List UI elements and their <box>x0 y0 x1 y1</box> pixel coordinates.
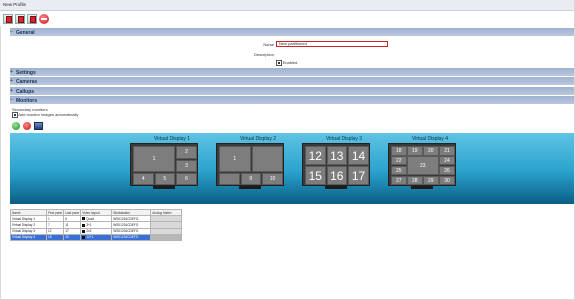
display-tile[interactable]: 1 <box>219 146 251 172</box>
display-title: Virtual Display 2 <box>239 136 277 142</box>
layout-value: 12+1 <box>86 235 94 240</box>
display-tile[interactable]: 29 <box>423 176 439 185</box>
window-title: New Profile <box>3 2 27 7</box>
toolbar <box>0 11 575 25</box>
display-title: Virtual Display 1 <box>153 136 191 142</box>
display-tile[interactable]: 30 <box>439 176 455 185</box>
cell-name[interactable]: Virtual Display 4 <box>10 233 47 241</box>
display-tile[interactable]: 19 <box>407 146 423 156</box>
delete-icon[interactable] <box>39 14 49 24</box>
virtual-display-2[interactable]: 1 9 10 <box>216 143 284 186</box>
add-monitor-icon[interactable] <box>12 122 20 130</box>
section-monitors[interactable]: − Monitors <box>10 96 575 104</box>
save-as-icon[interactable] <box>15 14 25 24</box>
display-tile[interactable]: 21 <box>439 146 455 156</box>
collapse-arrow-icon: − <box>10 97 13 103</box>
virtual-display-1[interactable]: 1 2 3 4 5 6 <box>130 143 198 186</box>
display-tile[interactable]: 27 <box>391 176 407 185</box>
auto-assign-checkbox[interactable] <box>12 112 18 118</box>
layout-value: 3+1 <box>86 222 92 227</box>
virtual-displays-panel: Virtual Display 1 1 2 3 4 5 6 Virtual Di… <box>10 133 575 204</box>
display-tile[interactable] <box>251 146 283 172</box>
layout-swatch-icon <box>82 223 86 227</box>
display-tile[interactable]: 18 <box>391 146 407 156</box>
auto-assign-label: Add monitor images automatically <box>18 112 79 117</box>
display-tile[interactable]: 1 <box>133 146 175 172</box>
display-tile[interactable]: 2 <box>176 146 197 159</box>
section-cameras[interactable]: + Cameras <box>10 77 575 85</box>
display-tile[interactable]: 20 <box>423 146 439 156</box>
cell-last-pane[interactable]: 30 <box>63 233 82 241</box>
monitor-layout-icon[interactable] <box>34 122 43 130</box>
section-callups-label: Callups <box>16 88 35 95</box>
display-tile[interactable] <box>219 173 240 185</box>
display-tile[interactable]: 14 <box>348 146 369 165</box>
expand-arrow-icon: + <box>10 69 13 75</box>
enabled-label: Enabled <box>282 60 298 65</box>
layout-swatch-icon <box>82 229 86 233</box>
description-label: Description <box>253 52 274 57</box>
display-tile[interactable]: 10 <box>262 173 283 185</box>
display-tile[interactable]: 17 <box>348 166 369 185</box>
collapse-arrow-icon: − <box>10 29 13 35</box>
window-titlebar: New Profile <box>0 0 575 11</box>
section-monitors-label: Monitors <box>16 97 38 104</box>
display-tile[interactable]: 5 <box>154 173 175 185</box>
remove-monitor-icon[interactable] <box>23 122 31 130</box>
layout-value: Quad <box>86 216 95 221</box>
name-input[interactable] <box>276 40 388 47</box>
display-tile[interactable]: 4 <box>133 173 154 185</box>
layout-swatch-icon <box>82 236 86 239</box>
name-label: Name <box>263 42 274 47</box>
display-tile[interactable]: 12 <box>305 146 326 165</box>
display-tile[interactable]: 6 <box>176 173 197 185</box>
cell-video-layout[interactable]: 12+1 <box>80 233 113 241</box>
display-tile[interactable]: 13 <box>326 146 347 165</box>
cell-first-pane[interactable]: 18 <box>45 233 65 241</box>
monitor-stand <box>239 186 261 189</box>
virtual-display-4[interactable]: 18 19 20 21 22 23 24 25 26 27 28 29 30 <box>388 143 456 186</box>
monitors-table: Name First pane Last pane Video layout W… <box>10 208 575 241</box>
section-callups[interactable]: + Callups <box>10 87 575 95</box>
monitor-stand <box>325 186 347 189</box>
display-tile[interactable]: 28 <box>407 176 423 185</box>
enabled-checkbox-row[interactable]: Enabled <box>276 60 297 66</box>
window-border-left <box>0 26 1 300</box>
display-tile[interactable]: 9 <box>240 173 261 185</box>
section-settings[interactable]: + Settings <box>10 68 575 76</box>
cell-analog-matrix[interactable] <box>150 233 183 241</box>
section-general[interactable]: − General <box>10 28 575 36</box>
display-tile[interactable]: 22 <box>391 156 407 165</box>
monitor-stand <box>153 186 175 189</box>
display-title: Virtual Display 4 <box>411 136 449 142</box>
display-tile[interactable]: 16 <box>326 166 347 185</box>
display-tile[interactable]: 23 <box>407 156 439 175</box>
save-icon[interactable] <box>3 14 13 24</box>
layout-swatch-icon <box>82 217 86 221</box>
section-general-label: General <box>16 29 35 36</box>
section-cameras-label: Cameras <box>16 78 38 85</box>
display-tile[interactable]: 15 <box>305 166 326 185</box>
table-row-selected[interactable]: Virtual Display 4 18 30 12+1 WS01234CDEF… <box>10 233 183 241</box>
expand-arrow-icon: + <box>10 88 13 94</box>
display-tile[interactable]: 26 <box>439 166 455 175</box>
section-settings-label: Settings <box>16 69 36 76</box>
expand-arrow-icon: + <box>10 78 13 84</box>
enabled-checkbox[interactable] <box>276 60 282 66</box>
display-title: Virtual Display 3 <box>325 136 363 142</box>
display-tile[interactable]: 3 <box>176 159 197 172</box>
virtual-display-3[interactable]: 12 13 14 15 16 17 <box>302 143 370 186</box>
save-close-icon[interactable] <box>27 14 37 24</box>
display-tile[interactable]: 24 <box>439 156 455 165</box>
cell-workstation[interactable]: WS01234CDEFG <box>111 233 152 241</box>
display-tile[interactable]: 25 <box>391 166 407 175</box>
monitor-stand <box>411 186 433 189</box>
auto-assign-row[interactable]: Add monitor images automatically <box>12 112 78 118</box>
layout-value: 2x3 <box>86 229 92 234</box>
